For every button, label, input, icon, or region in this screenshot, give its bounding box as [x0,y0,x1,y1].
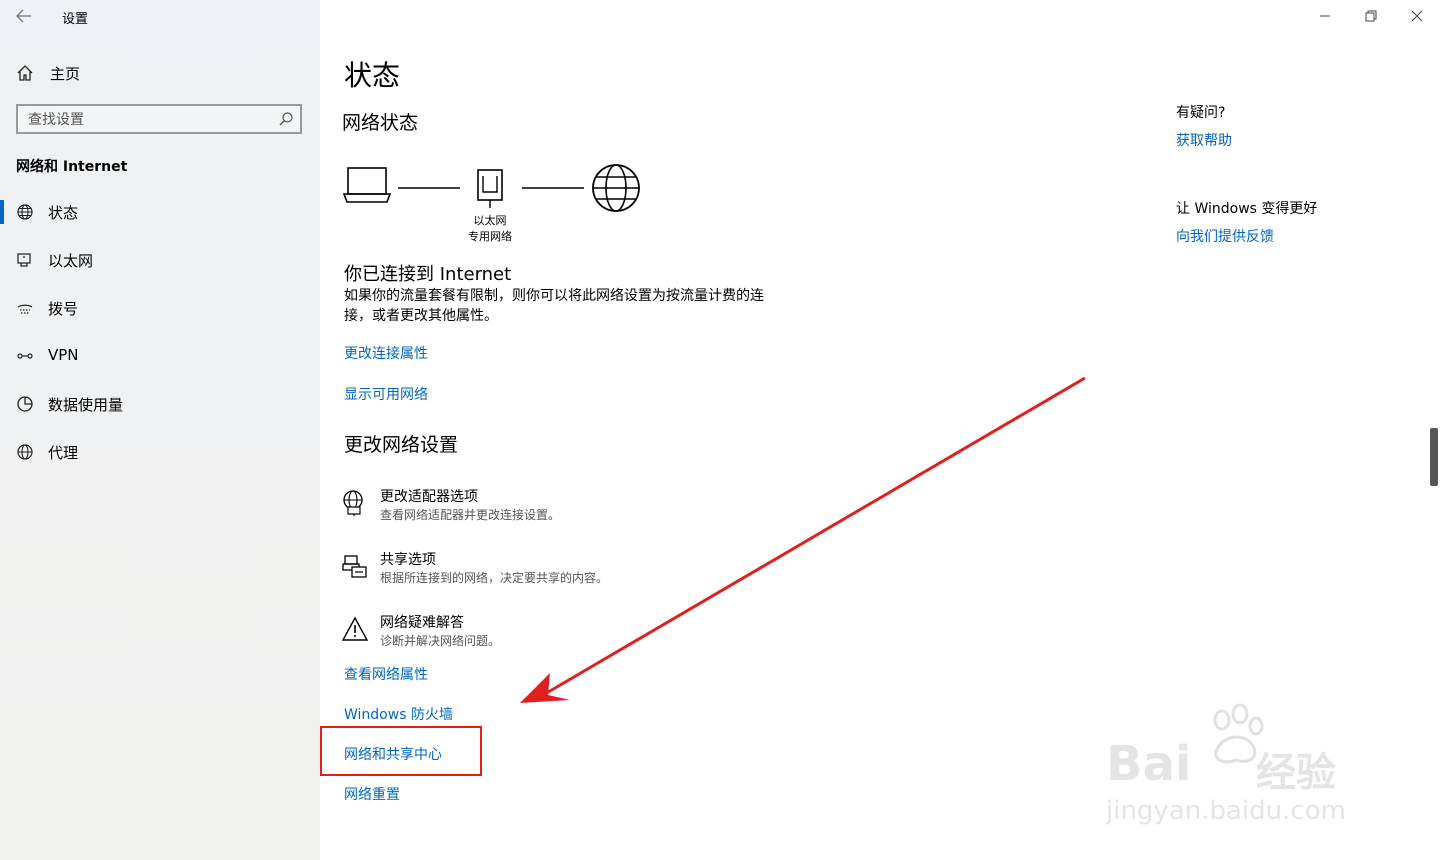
adapter-options-item[interactable]: 更改适配器选项 查看网络适配器并更改连接设置。 [342,486,762,530]
connected-description: 如果你的流量套餐有限制，则你可以将此网络设置为按流量计费的连接，或者更改其他属性… [344,288,764,324]
globe-internet-icon [592,164,640,212]
search-box[interactable] [16,104,302,134]
home-icon [17,65,33,81]
sidebar-item-label: 以太网 [48,252,94,270]
back-button[interactable] [10,4,38,28]
globe-proxy-icon [17,444,33,460]
restore-icon [1365,10,1377,22]
sidebar: 设置 主页 网络和 Internet 状态 以太网 拨号 VPN 数据使用量 代… [0,0,320,860]
sidebar-item-proxy[interactable]: 代理 [0,432,320,472]
make-windows-better-title: 让 Windows 变得更好 [1176,201,1318,217]
sidebar-item-status[interactable]: 状态 [0,192,320,232]
adapter-icon [343,490,363,516]
help-question: 有疑问? [1176,105,1226,121]
home-nav-item[interactable]: 主页 [16,60,80,86]
close-button[interactable] [1394,0,1440,32]
sidebar-item-label: VPN [48,346,79,364]
sidebar-item-label: 数据使用量 [48,396,124,414]
app-title: 设置 [62,12,89,27]
network-reset-link[interactable]: 网络重置 [344,784,400,804]
page-title: 状态 [344,59,401,92]
diagram-label-ethernet: 以太网 [473,214,507,227]
ethernet-icon [17,253,31,267]
troubleshoot-item[interactable]: 网络疑难解答 诊断并解决网络问题。 [342,612,762,656]
main-content: 状态 网络状态 以太网 专用网络 你已连接到 Internet 如果你的流量套餐… [320,0,1440,860]
annotation-highlight-box [320,726,482,776]
get-help-link[interactable]: 获取帮助 [1176,130,1232,150]
minimize-icon [1320,15,1330,17]
close-icon [1411,10,1423,22]
sidebar-item-vpn[interactable]: VPN [0,336,320,376]
restore-button[interactable] [1348,0,1394,32]
home-label: 主页 [50,64,81,83]
network-diagram-graphic [342,164,640,212]
option-title: 共享选项 [380,552,436,568]
data-usage-icon [17,396,33,412]
network-diagram: 以太网 专用网络 [342,160,662,243]
section-title: 网络和 Internet [16,159,128,175]
diagram-label-private: 专用网络 [468,230,512,243]
sidebar-item-label: 拨号 [48,300,79,318]
watermark-brand: Bai [1106,736,1192,792]
option-title: 更改适配器选项 [380,489,478,505]
view-network-properties-link[interactable]: 查看网络属性 [344,664,428,684]
globe-status-icon [17,204,33,220]
option-title: 网络疑难解答 [380,615,464,631]
sharing-icon [342,555,367,578]
baidu-watermark: Bai 经验 jingyan.baidu.com [1106,700,1366,830]
change-network-settings-title: 更改网络设置 [344,434,459,456]
connected-title: 你已连接到 Internet [344,264,512,285]
sidebar-item-label: 代理 [48,444,79,462]
back-arrow-icon [16,9,31,23]
sharing-options-item[interactable]: 共享选项 根据所连接到的网络，决定要共享的内容。 [342,549,762,593]
sidebar-item-dialup[interactable]: 拨号 [0,288,320,328]
sidebar-item-ethernet[interactable]: 以太网 [0,240,320,280]
option-description: 根据所连接到的网络，决定要共享的内容。 [380,571,609,585]
give-feedback-link[interactable]: 向我们提供反馈 [1176,226,1274,246]
watermark-brand-cn: 经验 [1256,750,1336,796]
warning-icon [342,616,368,641]
dialup-icon [17,304,33,314]
search-icon[interactable] [278,111,294,127]
network-status-title: 网络状态 [342,112,419,134]
ethernet-port-icon [477,169,503,208]
laptop-icon [342,167,392,203]
search-input[interactable] [18,106,270,134]
change-connection-properties-link[interactable]: 更改连接属性 [344,343,428,363]
sidebar-item-data-usage[interactable]: 数据使用量 [0,384,320,424]
vpn-icon [17,353,33,359]
watermark-url: jingyan.baidu.com [1106,796,1346,826]
minimize-button[interactable] [1302,0,1348,32]
scrollbar-thumb[interactable] [1430,428,1438,486]
windows-firewall-link[interactable]: Windows 防火墙 [344,704,453,724]
show-available-networks-link[interactable]: 显示可用网络 [344,384,428,404]
sidebar-item-label: 状态 [48,204,79,222]
option-description: 诊断并解决网络问题。 [380,634,501,648]
option-description: 查看网络适配器并更改连接设置。 [380,508,561,522]
